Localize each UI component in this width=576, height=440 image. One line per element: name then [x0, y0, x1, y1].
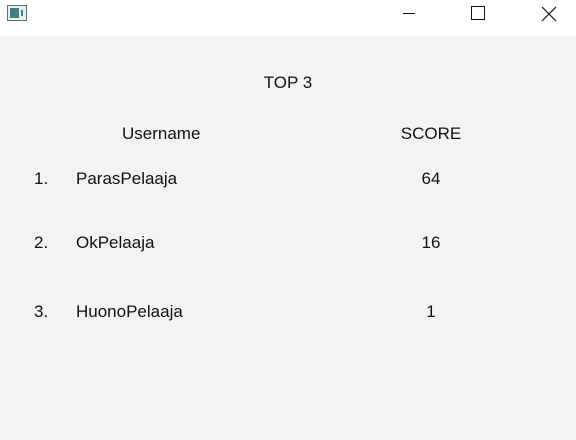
title-bar — [0, 0, 576, 36]
score-cell: 1 — [426, 302, 436, 321]
app-icon-pane — [21, 10, 23, 16]
username-column-header: Username — [122, 124, 201, 143]
rank-label: 2. — [34, 233, 49, 252]
minimize-button[interactable] — [386, 0, 432, 30]
username-cell: OkPelaaja — [76, 233, 155, 252]
maximize-icon — [471, 6, 485, 20]
username-cell: HuonoPelaaja — [76, 302, 183, 321]
rank-label: 1. — [34, 169, 49, 188]
close-icon — [541, 6, 557, 22]
window-app-icon[interactable] — [7, 5, 27, 21]
maximize-button[interactable] — [455, 0, 501, 30]
username-cell: ParasPelaaja — [76, 169, 178, 188]
close-button[interactable] — [525, 0, 571, 30]
leaderboard-title: TOP 3 — [263, 73, 313, 92]
score-column-header: SCORE — [400, 124, 462, 143]
minimize-icon — [403, 13, 415, 14]
app-icon-pane — [10, 8, 19, 18]
score-cell: 16 — [421, 233, 441, 252]
rank-label: 3. — [34, 302, 49, 321]
score-cell: 64 — [421, 169, 441, 188]
